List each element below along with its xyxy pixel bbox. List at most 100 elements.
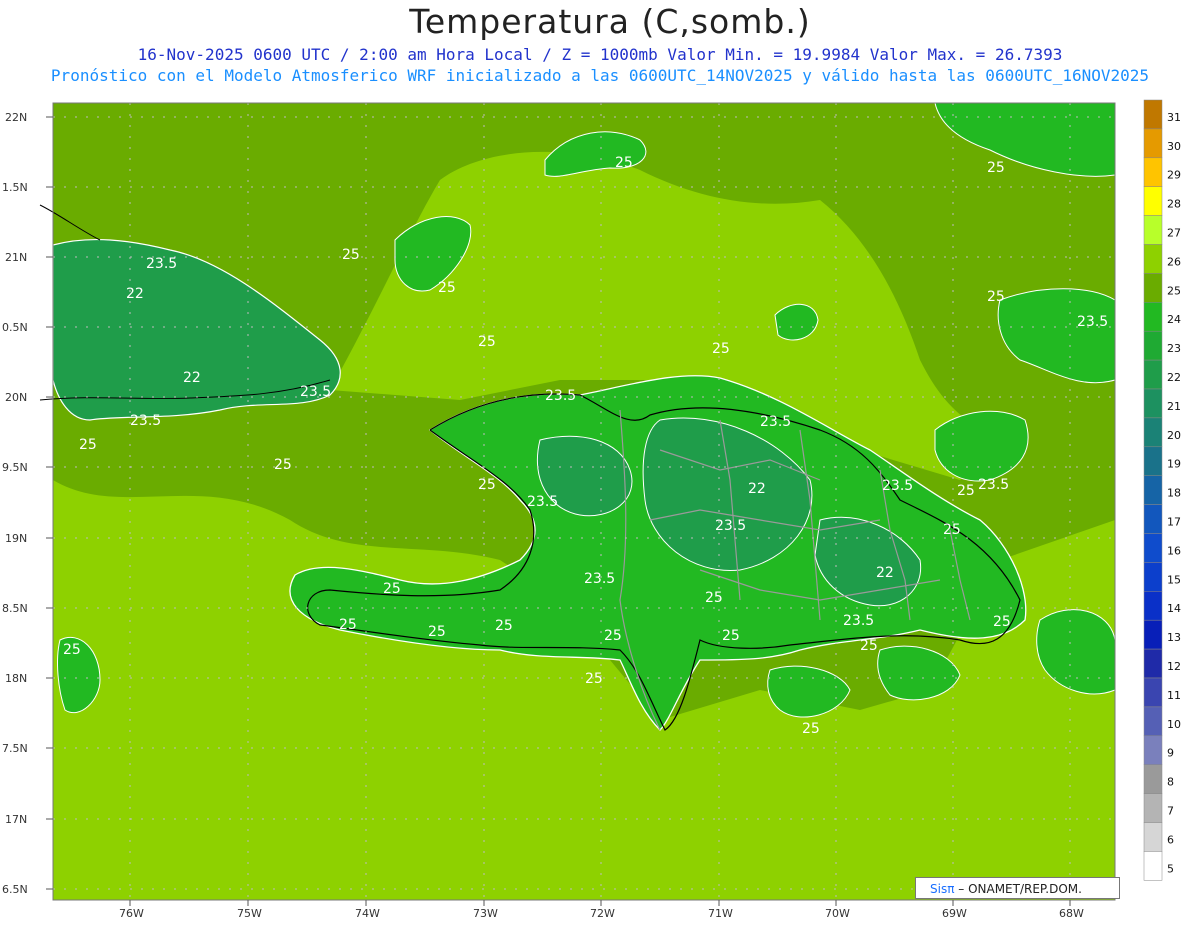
color-swatch (1143, 648, 1163, 679)
contour-label: 23.5 (584, 571, 615, 587)
contour-label: 25 (987, 289, 1005, 305)
color-swatch (1143, 764, 1163, 794)
color-swatch (1143, 475, 1163, 505)
contour-label: 25 (712, 341, 730, 357)
color-swatch (1143, 157, 1163, 187)
lon-label: 71W (708, 907, 733, 920)
contour-label: 25 (943, 522, 961, 538)
color-level-label: 24 (1167, 313, 1181, 326)
color-level-label: 30 (1167, 140, 1181, 153)
color-level-label: 13 (1167, 631, 1181, 644)
contour-label: 22 (183, 370, 201, 386)
color-swatch (1143, 302, 1163, 332)
color-level-label: 6 (1167, 833, 1174, 846)
contour-label: 25 (339, 617, 357, 633)
contour-label: 23.5 (715, 518, 746, 534)
lon-label: 70W (825, 907, 850, 920)
lon-label: 68W (1059, 907, 1084, 920)
contour-label: 23.5 (545, 388, 576, 404)
lon-label: 69W (942, 907, 967, 920)
lat-label: 7.5N (2, 742, 28, 755)
contour-label: 25 (478, 477, 496, 493)
color-level-label: 8 (1167, 776, 1174, 789)
contour-label: 23.5 (978, 477, 1009, 493)
color-swatch (1143, 706, 1163, 737)
lat-label: 21N (5, 251, 27, 264)
color-swatch (1143, 822, 1163, 852)
color-level-label: 12 (1167, 660, 1181, 673)
color-swatch (1143, 330, 1163, 361)
color-swatch (1143, 677, 1163, 708)
color-swatch (1143, 128, 1163, 159)
color-swatch (1143, 359, 1163, 390)
map-panel (39, 102, 1116, 900)
color-swatch (1143, 735, 1163, 765)
latitude-labels: 22N 1.5N 21N 0.5N 20N 9.5N 19N 8.5N 18N … (2, 111, 28, 896)
color-level-label: 5 (1167, 862, 1174, 875)
lat-label: 22N (5, 111, 27, 124)
color-level-label: 10 (1167, 718, 1181, 731)
lat-ticks (46, 116, 53, 890)
color-level-label: 19 (1167, 458, 1181, 471)
color-swatch (1143, 562, 1163, 592)
color-level-label: 7 (1167, 805, 1174, 818)
contour-label: 25 (722, 628, 740, 644)
contour-label: 25 (428, 624, 446, 640)
lat-label: 9.5N (2, 461, 28, 474)
credit-org: – ONAMET/REP.DOM. (954, 882, 1082, 896)
color-swatch (1143, 793, 1163, 823)
color-swatch (1143, 186, 1163, 216)
lat-label: 1.5N (2, 181, 28, 194)
contour-label: 25 (63, 642, 81, 658)
contour-label: 23.5 (527, 494, 558, 510)
color-level-label: 20 (1167, 429, 1181, 442)
color-level-label: 27 (1167, 227, 1181, 240)
contour-label: 25 (860, 638, 878, 654)
color-swatch (1143, 417, 1163, 448)
color-level-label: 31 (1167, 111, 1181, 124)
lat-label: 6.5N (2, 883, 28, 896)
color-level-label: 14 (1167, 602, 1181, 615)
color-level-label: 23 (1167, 342, 1181, 355)
lon-label: 72W (590, 907, 615, 920)
lat-label: 19N (5, 532, 27, 545)
color-swatch (1143, 244, 1163, 274)
color-level-label: 11 (1167, 689, 1181, 702)
credit-box: Sisπ – ONAMET/REP.DOM. (915, 877, 1120, 899)
color-level-label: 26 (1167, 255, 1181, 268)
contour-label: 25 (342, 247, 360, 263)
contour-label: 25 (802, 721, 820, 737)
lat-label: 8.5N (2, 602, 28, 615)
lon-label: 74W (355, 907, 380, 920)
lon-label: 75W (237, 907, 262, 920)
credit-sis: Sisπ (930, 882, 955, 896)
contour-label: 23.5 (1077, 314, 1108, 330)
longitude-labels: 76W 75W 74W 73W 72W 71W 70W 69W 68W (119, 907, 1084, 920)
contour-label: 25 (987, 160, 1005, 176)
color-swatch (1143, 533, 1163, 563)
contour-label: 25 (274, 457, 292, 473)
contour-label: 22 (126, 286, 144, 302)
color-swatch (1143, 619, 1163, 650)
contour-label: 25 (604, 628, 622, 644)
color-swatch (1143, 99, 1163, 130)
contour-label: 25 (957, 483, 975, 499)
color-level-label: 9 (1167, 747, 1174, 760)
color-level-label: 28 (1167, 198, 1181, 211)
contour-label: 25 (79, 437, 97, 453)
contour-label: 25 (383, 581, 401, 597)
color-swatch (1143, 591, 1163, 621)
color-level-label: 16 (1167, 544, 1181, 557)
color-level-label: 18 (1167, 487, 1181, 500)
color-swatch (1143, 215, 1163, 245)
contour-label: 25 (478, 334, 496, 350)
contour-label: 23.5 (146, 256, 177, 272)
contour-label: 23.5 (843, 613, 874, 629)
contour-label: 23.5 (130, 413, 161, 429)
lat-label: 17N (5, 813, 27, 826)
color-level-label: 21 (1167, 400, 1181, 413)
lon-ticks (129, 900, 1071, 906)
color-swatch (1143, 388, 1163, 419)
lat-label: 0.5N (2, 321, 28, 334)
color-level-label: 25 (1167, 284, 1181, 297)
